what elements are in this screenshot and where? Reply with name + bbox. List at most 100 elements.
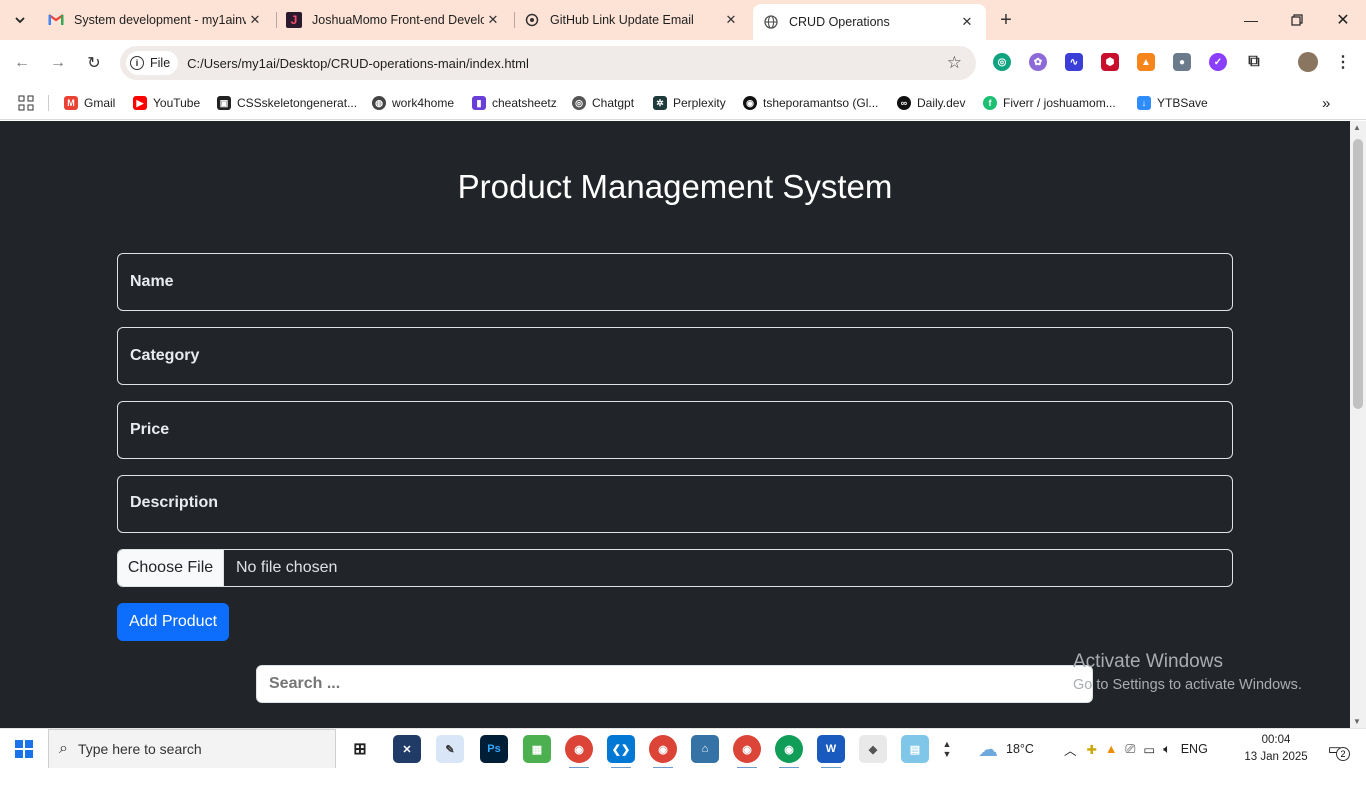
back-button[interactable]: ← [10,51,34,75]
chatgpt-extension-icon[interactable]: ◎ [993,53,1011,71]
profile-avatar[interactable] [1298,52,1318,72]
battery-icon[interactable]: ▭ [1143,742,1155,757]
more-bookmarks-chevron-icon[interactable]: » [1322,93,1330,113]
url-text[interactable]: C:/Users/my1ai/Desktop/CRUD-operations-m… [187,56,529,71]
category-input[interactable] [117,327,1233,385]
page-content: Product Management System Choose File No… [0,121,1350,728]
check-extension-icon[interactable]: ✓ [1209,53,1227,71]
bookmark-perplexity[interactable]: ✲ Perplexity [653,93,726,113]
game-app-icon[interactable]: ▦ [523,735,551,763]
reload-icon: ↻ [87,55,101,72]
tab-title: GitHub Link Update Email [550,13,694,27]
chrome-profile-3-icon[interactable]: ◉ [775,735,803,769]
name-input[interactable] [117,253,1233,311]
arrow-left-icon: ← [14,54,30,71]
xampp-app-icon[interactable]: ✕ [393,735,421,763]
start-button[interactable] [0,729,48,769]
system-clock[interactable]: 00:04 13 Jan 2025 [1240,732,1312,766]
weather-widget[interactable]: ☁ 18°C [978,729,1034,769]
bookmark-work4home[interactable]: ◍ work4home [372,93,454,113]
tab-strip: System development - my1ainv ✕ J JoshuaM… [0,0,1366,40]
plus-badge-icon[interactable]: ✚ [1087,742,1097,757]
hexagon-extension-icon[interactable]: ⬢ [1101,53,1119,71]
file-input[interactable]: Choose File No file chosen [117,549,1233,587]
scroll-up-arrow-icon[interactable]: ▲ [1353,123,1361,132]
close-icon[interactable]: ✕ [722,11,740,29]
bookmark-css-skeleton[interactable]: ▣ CSSskeletongenerat... [217,93,357,113]
bookmark-fiverr[interactable]: f Fiverr / joshuamom... [983,93,1116,113]
forward-button[interactable]: → [46,51,70,75]
choose-file-button[interactable]: Choose File [118,550,224,586]
windows-logo-icon [15,740,33,758]
word-app-icon[interactable]: W [817,735,845,769]
site-info-chip[interactable]: i File [126,51,179,75]
photoshop-app-icon[interactable]: Ps [480,735,508,763]
metamask-fox-icon[interactable]: ▲ [1137,53,1155,71]
fiverr-icon: f [983,96,997,110]
chevron-up-icon[interactable]: ︿ [1064,740,1077,759]
chrome-active-icon[interactable]: ◉ [733,735,761,769]
chrome-profile-2-icon[interactable]: ◉ [649,735,677,769]
python-app-icon[interactable]: ⌂ [691,735,719,763]
task-view-icon[interactable]: ⊞ [346,735,374,763]
chrome-profile-1-icon[interactable]: ◉ [565,735,593,769]
close-icon[interactable]: ✕ [958,13,976,31]
close-icon[interactable]: ✕ [246,11,264,29]
bookmark-youtube[interactable]: ▶ YouTube [133,93,200,113]
taskbar-search-box[interactable]: ⌕ Type here to search [48,729,336,769]
bookmark-chatgpt[interactable]: ◎ Chatgpt [572,93,634,113]
page-title: Product Management System [457,168,893,205]
vlc-icon[interactable]: ▲ [1105,742,1117,756]
j-logo-icon: J [286,12,302,28]
bookmark-cheatsheetz[interactable]: ▮ cheatsheetz [472,93,557,113]
scrollbar-thumb[interactable] [1353,139,1363,409]
notification-center-button[interactable]: ▭ 2 [1322,739,1350,761]
address-bar[interactable]: i File C:/Users/my1ai/Desktop/CRUD-opera… [120,46,976,80]
tab-portfolio[interactable]: J JoshuaMomo Front-end Develo ✕ [276,4,512,36]
brain-extension-icon[interactable]: ✿ [1029,53,1047,71]
tab-search-button[interactable] [6,6,34,34]
price-input[interactable] [117,401,1233,459]
tab-chatgpt[interactable]: GitHub Link Update Email ✕ [514,4,750,36]
reload-button[interactable]: ↻ [82,51,106,75]
scroll-down-arrow-icon[interactable]: ▼ [1353,717,1361,726]
bookmark-github[interactable]: ◉ tsheporamantso (Gl... [743,93,878,113]
tab-crud-operations[interactable]: CRUD Operations ✕ [753,4,986,40]
language-indicator[interactable]: ENG [1181,742,1208,756]
volume-icon[interactable]: 🔈︎ [1163,742,1171,757]
add-product-button[interactable]: Add Product [117,603,229,641]
minimize-button[interactable]: — [1228,0,1274,40]
restore-button[interactable] [1274,0,1320,40]
globe-icon: ◍ [372,96,386,110]
new-tab-button[interactable]: + [994,8,1018,32]
cheatsheet-icon: ▮ [472,96,486,110]
camera-extension-icon[interactable]: ● [1173,53,1191,71]
pulse-extension-icon[interactable]: ∿ [1065,53,1083,71]
page-scrollbar[interactable]: ▲ ▼ [1350,121,1366,728]
bookmark-star-icon[interactable]: ☆ [947,53,962,73]
taskbar-overflow-arrows-icon[interactable]: ▲ ▼ [938,735,956,763]
meet-now-icon[interactable]: ⎚ [1125,742,1135,757]
puzzle-extensions-icon[interactable]: ⧉ [1245,53,1263,71]
close-window-button[interactable]: ✕ [1320,0,1366,40]
search-input[interactable] [256,665,1093,703]
apps-grid-icon[interactable] [18,93,34,113]
roblox-app-icon[interactable]: ◆ [859,735,887,763]
paint-app-icon[interactable]: ✎ [436,735,464,763]
bookmark-ytbsave[interactable]: ↓ YTBSave [1137,93,1208,113]
bookmark-daily-dev[interactable]: ∞ Daily.dev [897,93,965,113]
notepad-app-icon[interactable]: ▤ [901,735,929,763]
close-icon[interactable]: ✕ [484,11,502,29]
arrow-right-icon: → [50,54,66,71]
vscode-app-icon[interactable]: ❮❯ [607,735,635,769]
bookmark-gmail[interactable]: M Gmail [64,93,115,113]
browser-toolbar: ← → ↻ i File C:/Users/my1ai/Desktop/CRUD… [0,40,1366,86]
menu-kebab-icon[interactable]: ⋮ [1334,53,1352,71]
perplexity-icon: ✲ [653,96,667,110]
description-textarea[interactable] [117,475,1233,533]
minimize-icon: — [1244,12,1258,28]
close-icon: ✕ [1336,12,1350,29]
tab-gmail[interactable]: System development - my1ainv ✕ [38,4,274,36]
download-arrow-icon: ↓ [1137,96,1151,110]
file-status-text: No file chosen [236,559,338,576]
